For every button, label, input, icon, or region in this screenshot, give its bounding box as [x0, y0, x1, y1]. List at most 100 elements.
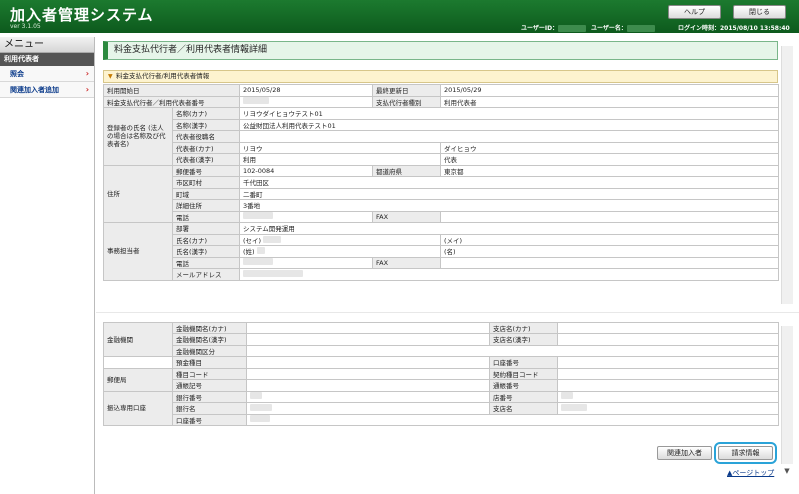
masked-value [243, 97, 269, 105]
table-row: メールアドレス [104, 268, 779, 281]
scroll-down-icon[interactable]: ▼ [781, 466, 793, 476]
fax-label: FAX [372, 210, 441, 223]
start-date-label: 利用開始日 [103, 84, 240, 97]
collapse-triangle-icon: ▼ [108, 73, 113, 80]
table-row: 住所 郵便番号 102-0084 都道府県 東京都 [103, 164, 779, 223]
branch-name-label: 支店名 [489, 402, 558, 415]
table-row: 氏名(カナ) (セイ) (メイ) [104, 233, 779, 246]
rep-title-label: 代表者役職名 [172, 130, 240, 143]
section-title: 料金支払代行者/利用代表者情報 [116, 72, 210, 80]
table-row: 料金支払代行者／利用代表者番号 支払代行者種別 利用代表者 [103, 95, 779, 108]
empty-cell [103, 356, 173, 369]
account-no-label: 口座番号 [489, 356, 558, 369]
number-value [239, 95, 373, 108]
table-row: 金融機関 金融機関名(カナ) 支店名(カナ) [103, 322, 779, 357]
table-row: 金融機関区分 [104, 344, 779, 357]
sidebar-item-label: 関連加入者追加 [10, 86, 59, 94]
table-row: 郵便局 種目コード 契約種目コード [103, 367, 779, 392]
detail-table-upper: 利用開始日 2015/05/28 最終更新日 2015/05/29 料金支払代行… [103, 84, 779, 281]
table-row: 代表者(漢字) 利用 代表 [104, 153, 779, 166]
table-row: 代表者役職名 [104, 130, 779, 143]
masked-value [561, 392, 573, 400]
town-label: 町域 [172, 187, 240, 200]
contract-code-label: 契約種目コード [489, 367, 558, 380]
branch-kana-value [557, 322, 779, 334]
deposit-value [246, 356, 490, 369]
table-row: 市区町村 千代田区 [104, 176, 779, 189]
table-row: 詳細住所 3番地 [104, 199, 779, 212]
name-kanji-mei: (名) [440, 245, 779, 258]
branch-no-label: 店番号 [489, 390, 558, 403]
name-kanji-label: 氏名(漢字) [172, 245, 240, 258]
name-kana-mei: (メイ) [440, 233, 779, 246]
section-header[interactable]: ▼ 料金支払代行者/利用代表者情報 [103, 70, 778, 83]
passbook-value [246, 379, 490, 392]
help-button[interactable]: ヘルプ [668, 5, 721, 19]
billing-info-button[interactable]: 請求情報 [714, 442, 777, 464]
bank-type-value [246, 344, 779, 357]
lower-scrollbar[interactable] [781, 326, 793, 464]
upper-scrollbar[interactable] [781, 46, 793, 304]
post-group-label: 郵便局 [103, 367, 173, 392]
kanji-value: 公益財団法人利用代表テスト01 [239, 118, 779, 131]
branch-no-value [557, 390, 779, 403]
masked-value [561, 403, 587, 411]
table-row: 電話 FAX [104, 256, 779, 269]
transfer-account-no-label: 口座番号 [172, 413, 247, 426]
detail-table-lower: 金融機関 金融機関名(カナ) 支店名(カナ) 金融機関名(漢字) 支店名(漢字)… [103, 322, 779, 426]
page-top-link[interactable]: ▲ページトップ [727, 468, 774, 478]
passbook-no-value [557, 379, 779, 392]
masked-value [250, 415, 270, 423]
bank-no-value [246, 390, 490, 403]
detail-address-label: 詳細住所 [172, 199, 240, 212]
contact-group-label: 事務担当者 [103, 222, 173, 281]
address-group-label: 住所 [103, 164, 173, 223]
sidebar-item-add-related[interactable]: 関連加入者追加 › [0, 82, 94, 98]
bank-name-label: 銀行名 [172, 402, 247, 415]
app-header: 加入者管理システム ver 3.1.05 ヘルプ 閉じる ユーザーID： ユーザ… [0, 0, 799, 33]
version-label: ver 3.1.05 [10, 23, 41, 30]
registrant-group-label: 登録者の氏名 (法人の場合は名称及び代表者名) [103, 107, 173, 166]
rep-kanji-sei: 利用 [239, 153, 441, 166]
login-time: ログイン時刻：2015/08/10 13:58:40 [678, 25, 790, 32]
page-title: 料金支払代行者／利用代表者情報詳細 [103, 41, 778, 60]
mail-label: メールアドレス [172, 268, 240, 281]
passbook-label: 通帳記号 [172, 379, 247, 392]
sidebar-item-inquiry[interactable]: 照会 › [0, 66, 94, 82]
user-id-label: ユーザーID： [521, 23, 587, 32]
table-row: 預金種目 口座番号 [103, 356, 779, 369]
masked-value [250, 403, 272, 411]
number-label: 料金支払代行者／利用代表者番号 [103, 95, 240, 108]
masked-value [626, 25, 655, 32]
branch-kanji-label: 支店名(漢字) [489, 333, 558, 346]
passbook-no-label: 通帳番号 [489, 379, 558, 392]
masked-value [243, 258, 273, 266]
masked-value [263, 235, 282, 243]
last-update-label: 最終更新日 [372, 84, 441, 97]
related-subscriber-button[interactable]: 関連加入者 [657, 446, 712, 460]
city-value: 千代田区 [239, 176, 779, 189]
last-update-value: 2015/05/29 [440, 84, 779, 97]
rep-kana-label: 代表者(カナ) [172, 141, 240, 154]
table-row: 銀行名 支店名 [104, 402, 779, 415]
contact-phone-label: 電話 [172, 256, 240, 269]
bank-kana-value [246, 322, 490, 334]
fax-value [440, 210, 779, 223]
detail-address-value: 3番地 [239, 199, 779, 212]
table-row: 名称(漢字) 公益財団法人利用代表テスト01 [104, 118, 779, 131]
town-value: 二番町 [239, 187, 779, 200]
menu-title: メニュー [0, 37, 94, 53]
close-button[interactable]: 閉じる [733, 5, 786, 19]
table-row: 金融機関名(漢字) 支店名(漢字) [104, 333, 779, 346]
table-row: 登録者の氏名 (法人の場合は名称及び代表者名) 名称(カナ) リヨウダイヒョウテ… [103, 107, 779, 166]
type-label: 支払代行者種別 [372, 95, 441, 108]
kana-label: 名称(カナ) [172, 107, 240, 120]
branch-name-value [557, 402, 779, 415]
table-row: 口座番号 [104, 413, 779, 426]
masked-value [250, 392, 262, 400]
phone-label: 電話 [172, 210, 240, 223]
bank-kana-label: 金融機関名(カナ) [172, 322, 247, 334]
table-row: 町域 二番町 [104, 187, 779, 200]
bank-no-label: 銀行番号 [172, 390, 247, 403]
name-kana-sei: (セイ) [239, 233, 441, 246]
